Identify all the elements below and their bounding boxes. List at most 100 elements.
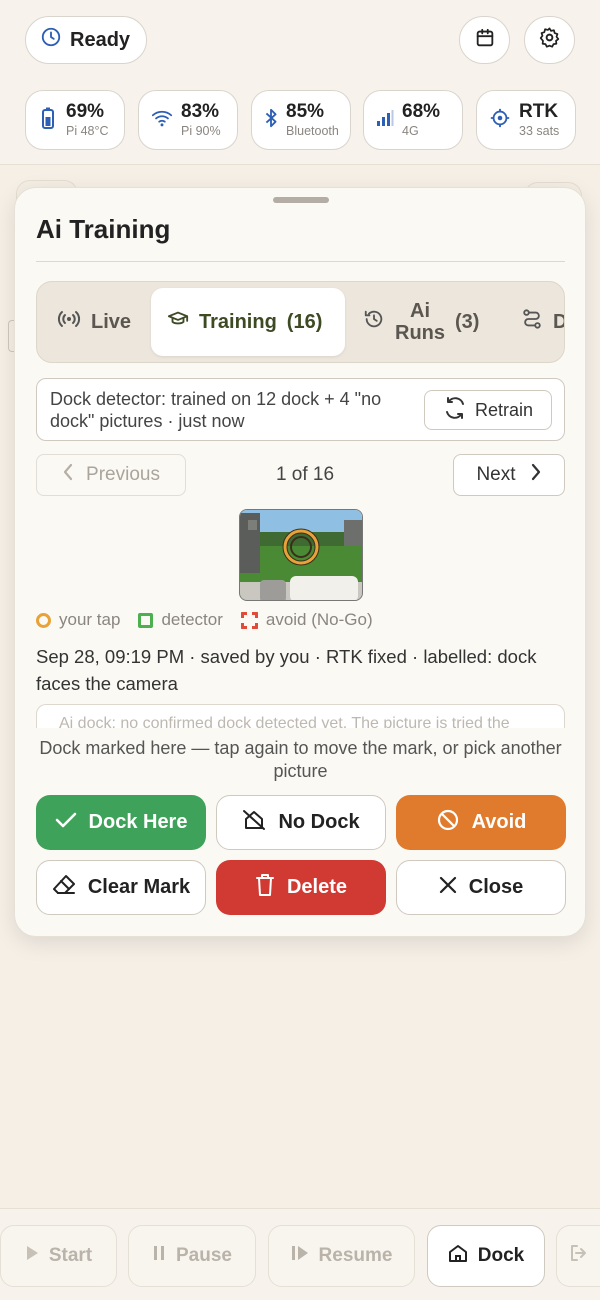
tab-training[interactable]: Training (16) (151, 288, 345, 356)
status-label: Ready (70, 28, 131, 51)
legend-detector: detector (138, 610, 223, 630)
model-status-text: Dock detector: trained on 12 dock + 4 "n… (50, 389, 382, 431)
marker-legend: your tap detector avoid (No-Go) (36, 610, 391, 630)
dock-button[interactable]: Dock (427, 1225, 545, 1287)
bluetooth-value: 85% (286, 101, 325, 123)
battery-value: 69% (66, 101, 105, 123)
settings-button[interactable] (524, 16, 575, 64)
clear-mark-button[interactable]: Clear Mark (36, 860, 206, 915)
tab-training-count: (16) (286, 310, 323, 333)
tap-marker-icon (36, 612, 51, 628)
rtk-sub: 33 sats (519, 124, 560, 139)
tab-ai-runs-line2: Runs (395, 322, 445, 344)
route-icon (521, 308, 543, 336)
detector-box-icon (138, 612, 154, 628)
calendar-icon (474, 27, 496, 54)
tab-ai-runs-line1: Ai (410, 300, 430, 322)
tab-ai-runs[interactable]: Ai Runs (3) (363, 288, 479, 356)
tab-training-label: Training (199, 310, 277, 333)
tab-bar: Live Training (16) Ai Runs (3) Driv (36, 281, 565, 363)
ban-icon (436, 808, 460, 838)
schedule-button[interactable] (459, 16, 510, 64)
start-label: Start (48, 1245, 93, 1266)
legend-detector-label: detector (161, 610, 223, 629)
tab-live[interactable]: Live (57, 288, 131, 356)
target-icon (489, 107, 511, 134)
history-icon (363, 308, 385, 336)
next-button[interactable]: Next (453, 454, 565, 496)
bottom-control-bar: Start Pause Resume Dock (0, 1208, 600, 1300)
model-status-card: Dock detector: trained on 12 dock + 4 "n… (36, 378, 565, 441)
picture-metadata: Sep 28, 09:19 PM · saved by you · RTK fi… (36, 646, 537, 694)
battery-sub: Pi 48°C (66, 124, 109, 139)
delete-label: Delete (286, 876, 348, 898)
chevron-left-icon (62, 463, 74, 487)
avoid-box-icon (240, 611, 258, 629)
exit-icon (569, 1244, 589, 1268)
broadcast-icon (57, 309, 81, 335)
previous-label: Previous (86, 464, 160, 485)
eraser-icon (52, 874, 76, 902)
wifi-sub: Pi 90% (181, 124, 221, 139)
tab-ai-runs-count: (3) (455, 310, 480, 333)
ai-result-text: Ai dock: no confirmed dock detected yet.… (59, 715, 510, 728)
bluetooth-stat[interactable]: 85% Bluetooth (251, 90, 351, 150)
cellular-stat[interactable]: 68% 4G (363, 90, 463, 150)
wifi-value: 83% (181, 101, 220, 123)
avoid-button[interactable]: Avoid (396, 795, 566, 850)
cellular-value: 68% (402, 101, 441, 123)
divider (36, 261, 565, 262)
rtk-value: RTK (519, 101, 559, 123)
sheet-drag-handle[interactable] (273, 197, 329, 203)
instruction-hint: Dock marked here — tap again to move the… (39, 738, 562, 781)
chevron-right-icon (530, 463, 542, 487)
close-icon (439, 876, 457, 900)
dock-here-label: Dock Here (88, 811, 188, 833)
wifi-icon (151, 108, 173, 133)
legend-tap-label: your tap (59, 610, 121, 629)
start-button[interactable]: Start (0, 1225, 117, 1287)
no-dock-label: No Dock (278, 811, 360, 833)
page-counter: 1 of 16 (275, 464, 335, 485)
bluetooth-sub: Bluetooth (286, 124, 339, 139)
battery-stat[interactable]: 69% Pi 48°C (25, 90, 125, 150)
wifi-stat[interactable]: 83% Pi 90% (138, 90, 238, 150)
ai-result-card: Ai dock: no confirmed dock detected yet.… (36, 704, 565, 728)
previous-button[interactable]: Previous (36, 454, 186, 496)
training-picture[interactable] (239, 509, 363, 601)
pause-icon (152, 1245, 166, 1267)
check-icon (55, 811, 77, 835)
pause-button[interactable]: Pause (128, 1225, 256, 1287)
avoid-label: Avoid (471, 811, 527, 833)
camera-image[interactable] (240, 510, 363, 601)
exit-button[interactable] (556, 1225, 600, 1287)
pause-label: Pause (176, 1245, 232, 1266)
close-label: Close (468, 876, 524, 898)
tab-ai-runs-label: Ai Runs (395, 300, 445, 344)
retrain-button[interactable]: Retrain (424, 390, 552, 430)
home-icon (448, 1244, 468, 1268)
no-dock-button[interactable]: No Dock (216, 795, 386, 850)
dock-here-button[interactable]: Dock Here (36, 795, 206, 850)
dock-label: Dock (477, 1245, 525, 1266)
legend-avoid: avoid (No-Go) (240, 610, 373, 630)
play-icon (25, 1245, 39, 1267)
refresh-icon (443, 396, 467, 425)
gear-icon (538, 26, 561, 54)
status-pill[interactable]: Ready (25, 16, 148, 64)
bluetooth-icon (264, 107, 278, 134)
trash-icon (255, 873, 275, 903)
next-label: Next (476, 464, 516, 485)
legend-avoid-label: avoid (No-Go) (265, 610, 373, 629)
resume-label: Resume (318, 1245, 393, 1266)
cellular-sub: 4G (402, 124, 419, 139)
clock-icon (40, 26, 62, 54)
rtk-stat[interactable]: RTK 33 sats (476, 90, 576, 150)
close-button[interactable]: Close (396, 860, 566, 915)
sheet-title: Ai Training (36, 214, 171, 244)
battery-icon (38, 106, 58, 135)
delete-button[interactable]: Delete (216, 860, 386, 915)
signal-bars-icon (376, 109, 394, 132)
tab-drive[interactable]: Driv (521, 288, 564, 356)
resume-button[interactable]: Resume (268, 1225, 415, 1287)
